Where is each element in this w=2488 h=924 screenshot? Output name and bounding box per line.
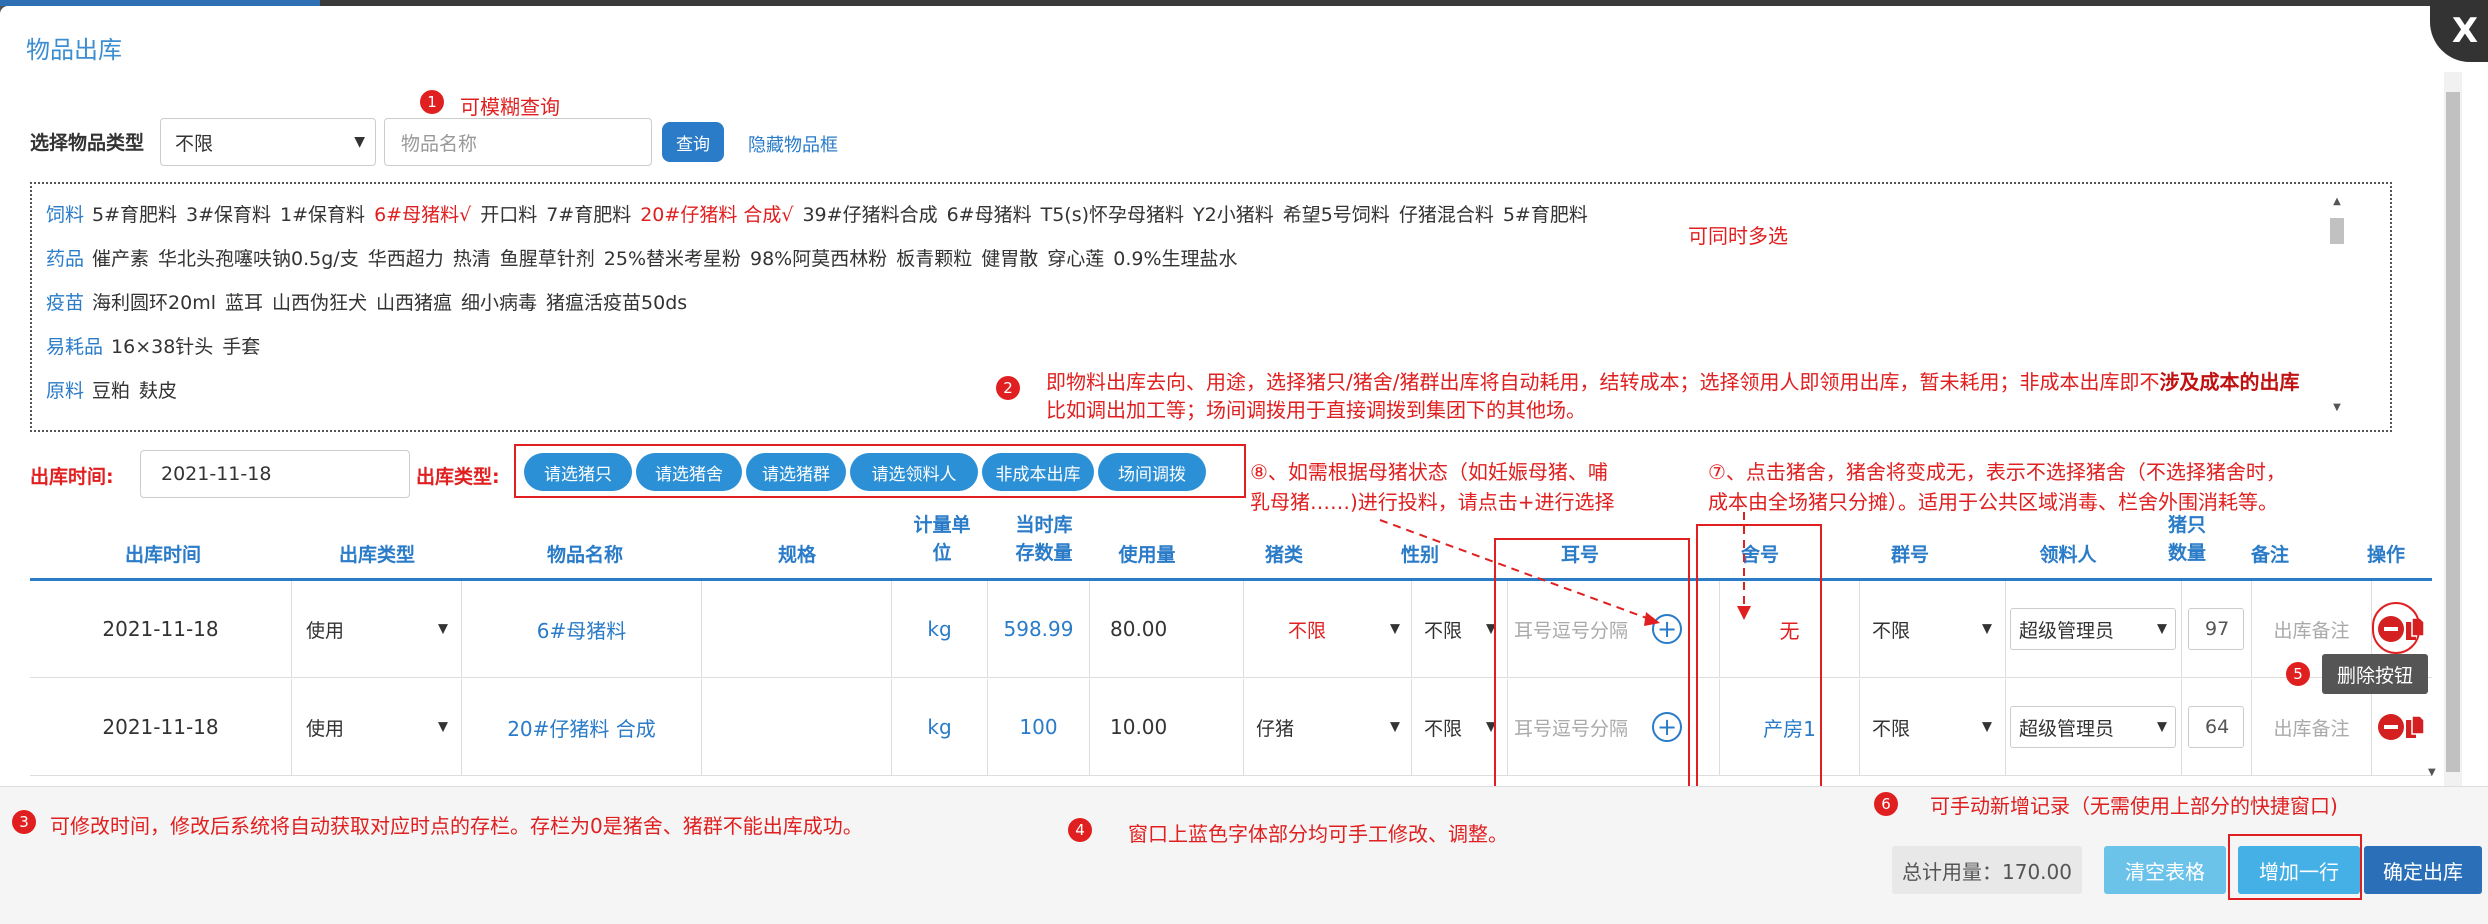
annotation-number-5: 5 <box>2286 662 2310 686</box>
annotation-number-6: 6 <box>1874 792 1898 816</box>
arrow-7-head <box>1737 606 1751 620</box>
table-scroll-down[interactable]: ▼ <box>2428 760 2440 788</box>
delete-tooltip: 删除按钮 <box>2322 654 2428 694</box>
annotation-number-3: 3 <box>12 810 36 834</box>
annotation-3-text: 可修改时间，修改后系统将自动获取对应时点的存栏。存栏为0是猪舍、猪群不能出库成功… <box>50 814 863 838</box>
annotation-number-4: 4 <box>1068 818 1092 842</box>
clear-table-button[interactable]: 清空表格 <box>2104 846 2226 894</box>
confirm-outbound-button[interactable]: 确定出库 <box>2364 846 2482 894</box>
arrow-8 <box>1379 519 1653 621</box>
scroll-down-icon[interactable]: ▼ <box>2428 767 2436 778</box>
add-row-highlight <box>2228 834 2362 900</box>
annotation-6-text: 可手动新增记录（无需使用上部分的快捷窗口) <box>1930 794 2338 818</box>
annotation-arrows <box>1379 512 2261 838</box>
arrow-8-head <box>1644 612 1660 626</box>
total-usage: 总计用量：170.00 <box>1892 846 2082 894</box>
annotation-4-text: 窗口上蓝色字体部分均可手工修改、调整。 <box>1128 822 1508 846</box>
